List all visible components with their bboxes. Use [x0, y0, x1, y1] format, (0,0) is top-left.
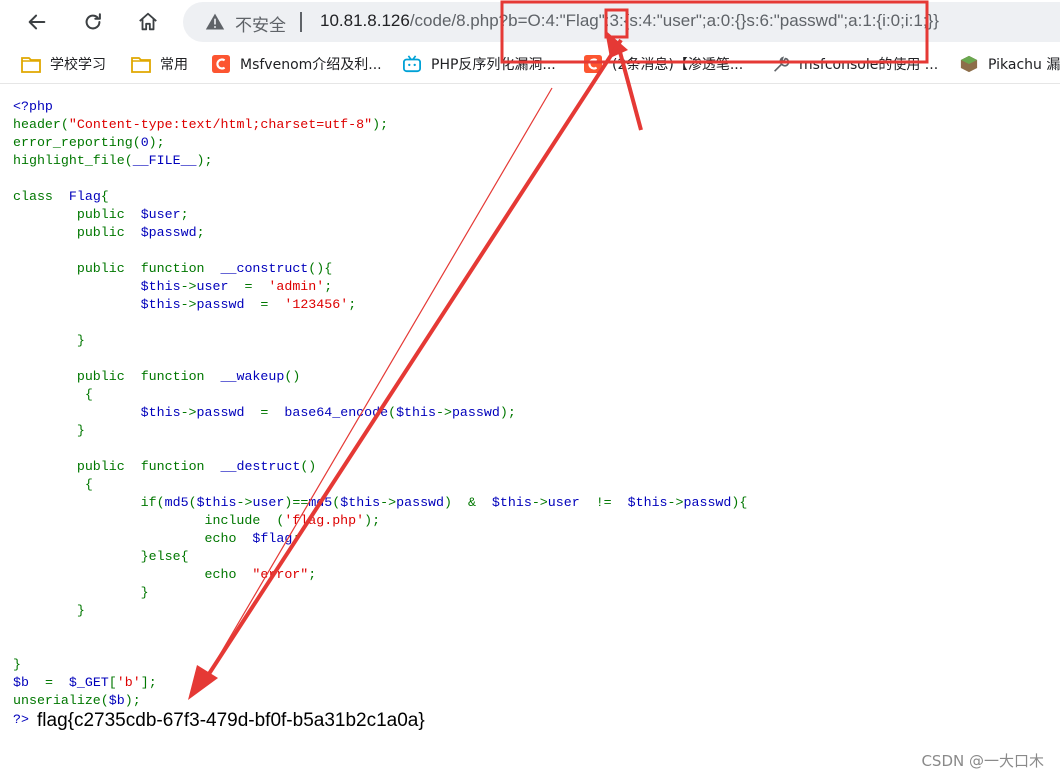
back-icon [28, 14, 46, 30]
flag-output: flag{c2735cdb-67f3-479d-bf0f-b5a31b2c1a0… [37, 710, 425, 731]
warning-icon[interactable] [205, 12, 225, 32]
code-line: } [76, 333, 85, 348]
bookmarks-bar: 学校学习 常用 Msfvenom介绍及利... PHP反序列化漏洞... (2条… [0, 44, 1060, 84]
bilibili-icon [403, 55, 421, 73]
bookmark-label: PHP反序列化漏洞... [431, 57, 556, 73]
bookmark-item[interactable]: 常用 [131, 52, 188, 76]
home-button[interactable] [130, 4, 166, 40]
code-line: $this->user = 'admin'; [140, 279, 333, 294]
url-path: /code/8.php?b=O:4:"Flag":3:{s:4:"user";a… [409, 11, 939, 30]
php-close-tag: ?> [13, 712, 29, 727]
url-host: 10.81.8.126 [320, 11, 410, 30]
code-line: unserialize($b); [13, 693, 141, 708]
code-line: { [84, 387, 93, 402]
bookmark-item[interactable]: PHP反序列化漏洞... [402, 52, 556, 76]
insecure-label: 不安全 [235, 16, 286, 36]
code-line: } [76, 423, 85, 438]
back-button[interactable] [19, 4, 55, 40]
bookmark-item[interactable]: msfconsole的使用 ... [770, 52, 938, 76]
bookmark-label: 学校学习 [50, 57, 106, 73]
php-source-code: <?php header("Content-type:text/html;char… [13, 98, 747, 710]
code-line: include ('flag.php'); [204, 513, 381, 528]
code-line: header("Content-type:text/html;charset=u… [13, 117, 389, 132]
bookmark-item[interactable]: Pikachu 漏 [959, 52, 1060, 76]
code-line: } [76, 603, 85, 618]
bookmark-label: Pikachu 漏 [988, 57, 1060, 73]
bookmark-label: 常用 [160, 57, 188, 73]
code-line: } [13, 657, 21, 672]
csdn-icon [212, 55, 230, 73]
code-line: error_reporting(0); [13, 135, 165, 150]
code-line: public $passwd; [76, 225, 205, 240]
bookmark-item[interactable]: Msfvenom介绍及利... [211, 52, 382, 76]
code-line: public function __destruct() [76, 459, 317, 474]
code-line: echo "error"; [204, 567, 317, 582]
address-bar[interactable]: 不安全 10.81.8.126/code/8.php?b=O:4:"Flag":… [183, 2, 1060, 42]
folder-icon [21, 57, 41, 73]
address-divider [300, 12, 302, 32]
csdn-watermark: CSDN @一大口木 [921, 752, 1044, 770]
code-line: }else{ [140, 549, 189, 564]
grass-block-icon [960, 55, 978, 73]
bookmark-item[interactable]: (2条消息)【渗透笔... [583, 52, 743, 76]
code-line: $this->passwd = base64_encode($this->pas… [140, 405, 516, 420]
url-text[interactable]: 10.81.8.126/code/8.php?b=O:4:"Flag":3:{s… [320, 11, 939, 31]
code-line: <?php [13, 99, 53, 114]
home-icon [139, 12, 157, 31]
page-content: <?php header("Content-type:text/html;char… [0, 85, 1060, 779]
code-line: { [84, 477, 93, 492]
csdn-icon [584, 55, 602, 73]
bookmark-label: msfconsole的使用 ... [799, 57, 939, 73]
code-line: } [140, 585, 149, 600]
code-line: if(md5($this->user)==md5($this->passwd) … [140, 495, 748, 510]
reload-icon [85, 13, 101, 30]
code-line: class Flag{ [13, 189, 109, 204]
bookmark-item[interactable]: 学校学习 [21, 52, 106, 76]
code-line: public function __wakeup() [76, 369, 301, 384]
code-line: $b = $_GET['b']; [13, 675, 157, 690]
code-line: echo $flag; [204, 531, 301, 546]
browser-toolbar: 不安全 10.81.8.126/code/8.php?b=O:4:"Flag":… [0, 0, 1060, 44]
bookmark-label: Msfvenom介绍及利... [240, 57, 382, 73]
code-line: highlight_file(__FILE__); [13, 153, 213, 168]
folder-icon [131, 57, 151, 73]
reload-button[interactable] [75, 4, 111, 40]
code-line: $this->passwd = '123456'; [140, 297, 357, 312]
code-line: public function __construct(){ [76, 261, 333, 276]
tool-icon [774, 56, 790, 72]
code-line: public $user; [76, 207, 189, 222]
bookmark-label: (2条消息)【渗透笔... [612, 57, 744, 73]
